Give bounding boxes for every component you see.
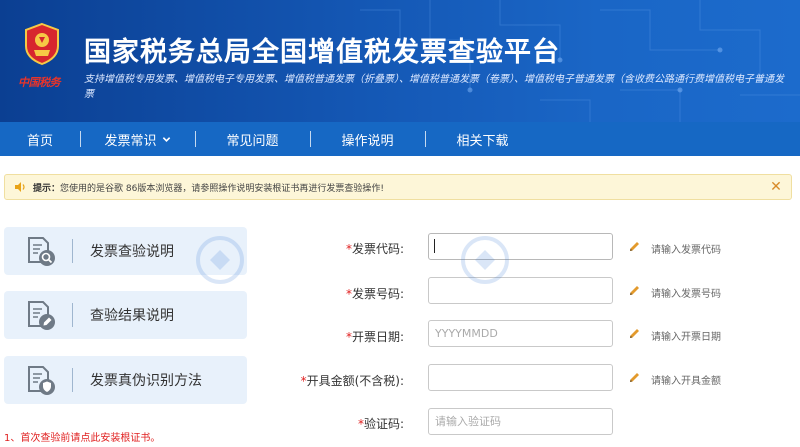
help-card-label: 查验结果说明	[90, 308, 174, 324]
shield-document-icon	[28, 366, 55, 395]
card-divider	[72, 368, 73, 392]
text-caret	[434, 239, 435, 253]
help-card-authenticity-method[interactable]: 发票真伪识别方法	[4, 356, 247, 404]
speaker-icon	[15, 182, 25, 192]
amount-label-text: 开具金额(不含税):	[306, 374, 404, 388]
issue-date-hint: 请输入开票日期	[651, 332, 721, 343]
invoice-number-label: *发票号码:	[264, 285, 404, 302]
issue-date-label-text: 开票日期:	[351, 330, 404, 344]
invoice-number-label-text: 发票号码:	[351, 287, 404, 301]
invoice-code-input[interactable]	[428, 233, 613, 260]
amount-hint: 请输入开具金额	[651, 376, 721, 387]
nav-invoice-knowledge-label: 发票常识	[104, 133, 157, 149]
install-certificate-link[interactable]: 1、首次查验前请点此安装根证书。	[4, 429, 160, 444]
nav-instructions-label: 操作说明	[341, 133, 394, 149]
captcha-label: *验证码:	[264, 415, 404, 432]
issue-date-input[interactable]	[428, 320, 613, 347]
site-title: 国家税务总局全国增值税发票查验平台	[84, 37, 560, 68]
tax-emblem-icon	[25, 22, 59, 66]
brand-logo-text: 中国税务	[18, 76, 61, 89]
card-divider	[72, 303, 73, 327]
pencil-icon	[630, 329, 639, 338]
close-icon[interactable]: ✕	[769, 179, 783, 195]
invoice-number-hint: 请输入发票号码	[651, 289, 721, 300]
site-subtitle: 支持增值税专用发票、增值税电子专用发票、增值税普通发票（折叠票）、增值税普通发票…	[84, 74, 784, 100]
header-banner: 中国税务 国家税务总局全国增值税发票查验平台 支持增值税专用发票、增值税电子专用…	[0, 0, 800, 122]
notice-label: 提示：	[33, 183, 61, 194]
card-divider	[72, 239, 73, 263]
issue-date-label: *开票日期:	[264, 328, 404, 345]
search-document-icon	[28, 237, 55, 266]
amount-label: *开具金额(不含税):	[264, 372, 404, 389]
help-card-label: 发票查验说明	[90, 244, 174, 260]
invoice-number-input[interactable]	[428, 277, 613, 304]
nav-home[interactable]: 首页	[0, 122, 80, 156]
help-card-result-explanation[interactable]: 查验结果说明	[4, 291, 247, 339]
help-card-invoice-verification[interactable]: 发票查验说明	[4, 227, 247, 275]
main-nav: 首页 发票常识 常见问题 操作说明 相关下载	[0, 122, 800, 156]
nav-faq[interactable]: 常见问题	[195, 122, 310, 156]
help-card-label: 发票真伪识别方法	[90, 373, 202, 389]
nav-invoice-knowledge[interactable]: 发票常识	[80, 122, 195, 156]
edit-document-icon	[28, 301, 55, 330]
browser-notice: 提示： 您使用的是谷歌 86版本浏览器，请参照操作说明安装根证书再进行发票查验操…	[4, 174, 792, 200]
captcha-label-text: 验证码:	[363, 417, 404, 431]
invoice-code-label: *发票代码:	[264, 240, 404, 257]
nav-instructions[interactable]: 操作说明	[310, 122, 425, 156]
nav-downloads[interactable]: 相关下载	[425, 122, 540, 156]
pencil-icon	[630, 242, 639, 251]
nav-home-label: 首页	[26, 133, 53, 149]
nav-faq-label: 常见问题	[226, 133, 279, 149]
invoice-code-hint: 请输入发票代码	[651, 245, 721, 256]
pencil-icon	[630, 373, 639, 382]
amount-input[interactable]	[428, 364, 613, 391]
pencil-icon	[630, 286, 639, 295]
chevron-down-icon	[162, 136, 170, 142]
invoice-code-label-text: 发票代码:	[351, 242, 404, 256]
captcha-input[interactable]	[428, 408, 613, 435]
notice-text: 您使用的是谷歌 86版本浏览器，请参照操作说明安装根证书再进行发票查验操作!	[60, 183, 384, 194]
nav-downloads-label: 相关下载	[456, 133, 509, 149]
